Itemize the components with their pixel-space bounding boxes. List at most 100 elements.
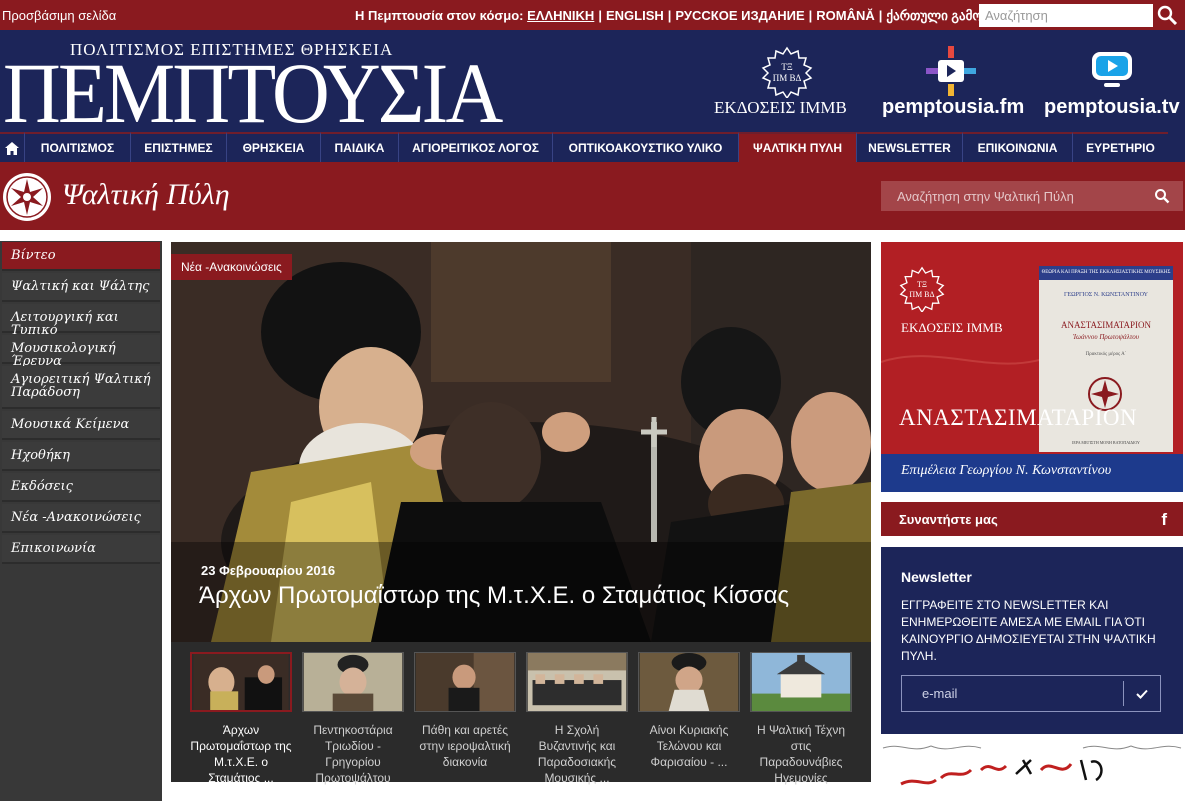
separator: |	[808, 8, 813, 23]
nav-contact[interactable]: ΕΠΙΚΟΙΝΩΝΙΑ	[962, 132, 1072, 162]
brand-tv-label: pemptousia.tv	[1044, 96, 1180, 118]
ad-editor: Επιμέλεια Γεωργίου Ν. Κωνσταντίνου	[881, 454, 1183, 492]
thumbnail-caption: Άρχων Πρωτομαΐστωρ της Μ.τ.Χ.Ε. ο Σταμάτ…	[190, 723, 292, 785]
nav-home[interactable]	[0, 132, 24, 162]
sidebar-item-publications[interactable]: Εκδόσεις	[2, 473, 160, 502]
social-box[interactable]: Συναντήστε μας f	[881, 502, 1183, 536]
svg-text:ΤΞ: ΤΞ	[917, 280, 927, 289]
category-tag[interactable]: Νέα -Ανακοινώσεις	[171, 254, 292, 280]
sidebar-item-contact[interactable]: Επικοινωνία	[2, 535, 160, 564]
thumbnail-image	[414, 652, 516, 712]
sidebar-item-sound-library[interactable]: Ηχοθήκη	[2, 442, 160, 471]
section-banner: Ψαλτική Πύλη	[0, 162, 1185, 230]
lang-english[interactable]: ENGLISH	[606, 8, 664, 23]
carousel-item[interactable]: Η Ψαλτική Τέχνη στις Παραδουνάβιες Ηγεμο…	[750, 652, 852, 786]
carousel-item[interactable]: Πάθη και αρετές στην ιεροψαλτική διακονί…	[414, 652, 516, 770]
nav-athonite-word[interactable]: ΑΓΙΟΡΕΙΤΙΚΟΣ ΛΟΓΟΣ	[398, 132, 552, 162]
social-label: Συναντήστε μας	[899, 512, 998, 527]
category-sidebar: Βίντεο Ψαλτική και Ψάλτης Λειτουργική κα…	[0, 241, 162, 801]
thumbnail-image	[190, 652, 292, 712]
site-header: ΠΟΛΙΤΙΣΜΟΣ ΕΠΙΣΤΗΜΕΣ ΘΡΗΣΚΕΙΑ ΠΕΜΠΤΟΥΣΙΑ…	[0, 30, 1185, 136]
thumbnail-caption: Πάθη και αρετές στην ιεροψαλτική διακονί…	[419, 723, 511, 769]
nav-religion[interactable]: ΘΡΗΣΚΕΙΑ	[226, 132, 320, 162]
newsletter-title: Newsletter	[901, 569, 972, 585]
portal-search-input[interactable]	[881, 181, 1183, 211]
newsletter-box: Newsletter ΕΓΓΡΑΦΕΙΤΕ ΣΤΟ NEWSLETTER ΚΑΙ…	[881, 547, 1183, 734]
thumbnail-image	[526, 652, 628, 712]
brand-radio-label: pemptousia.fm	[882, 96, 1025, 118]
book-cover-title: ΑΝΑΣΤΑΣΙΜΑΤΑΡΙΟΝ	[1060, 320, 1152, 330]
nav-newsletter[interactable]: NEWSLETTER	[856, 132, 962, 162]
main-navigation: ΠΟΛΙΤΙΣΜΟΣ ΕΠΙΣΤΗΜΕΣ ΘΡΗΣΚΕΙΑ ΠΑΙΔΙΚΑ ΑΓ…	[0, 132, 1185, 162]
notation-banner[interactable]	[881, 740, 1183, 791]
carousel-item[interactable]: Η Σχολή Βυζαντινής και Παραδοσιακής Μουσ…	[526, 652, 628, 786]
carousel-item[interactable]: Άρχων Πρωτομαΐστωρ της Μ.τ.Χ.Ε. ο Σταμάτ…	[190, 652, 292, 786]
nav-psaltic-portal[interactable]: ΨΑΛΤΙΚΗ ΠΥΛΗ	[738, 132, 856, 162]
sidebar-item-athonite-tradition[interactable]: Αγιορειτική Ψαλτική Παράδοση	[2, 366, 160, 409]
checkmark-icon	[1135, 689, 1148, 699]
thumbnail-caption: Αίνοι Κυριακής Τελώνου και Φαρισαίου - .…	[649, 723, 729, 769]
thumbnail-caption: Η Σχολή Βυζαντινής και Παραδοσιακής Μουσ…	[537, 723, 617, 785]
separator: |	[878, 8, 883, 23]
tv-play-icon	[1092, 52, 1132, 87]
section-title: Ψαλτική Πύλη	[62, 178, 230, 211]
portal-search-icon[interactable]	[1154, 188, 1170, 204]
site-search-input[interactable]	[979, 4, 1153, 27]
book-advertisement[interactable]: ΤΞ ΠΜ ΒΔ ΘΕΩΡΙΑ ΚΑΙ ΠΡΑΞΗ ΤΗΣ ΕΚΚΛΗΣΙΑΣΤ…	[881, 242, 1183, 492]
sidebar-item-music-texts[interactable]: Μουσικά Κείμενα	[2, 411, 160, 440]
search-icon[interactable]	[1156, 5, 1178, 25]
nav-index[interactable]: ΕΥΡΕΤΗΡΙΟ	[1072, 132, 1168, 162]
separator: |	[667, 8, 672, 23]
home-icon	[5, 141, 19, 155]
sidebar-item-video[interactable]: Βίντεο	[2, 242, 160, 271]
sidebar-item-liturgics[interactable]: Λειτουργική και Τυπικό	[2, 304, 160, 337]
nav-audiovisual[interactable]: ΟΠΤΙΚΟΑΚΟΥΣΤΙΚΟ ΥΛΙΚΟ	[552, 132, 738, 162]
top-bar: Προσβάσιμη σελίδα Η Πεμπτουσία στον κόσμ…	[0, 0, 1185, 30]
carousel-item[interactable]: Αίνοι Κυριακής Τελώνου και Φαρισαίου - .…	[638, 652, 740, 770]
facebook-icon[interactable]: f	[1161, 510, 1167, 530]
article-carousel: Άρχων Πρωτομαΐστωρ της Μ.τ.Χ.Ε. ο Σταμάτ…	[171, 642, 871, 785]
nav-culture[interactable]: ΠΟΛΙΤΙΣΜΟΣ	[24, 132, 130, 162]
lang-russian[interactable]: РУССКОЕ ИЗДАНИЕ	[675, 8, 804, 23]
carousel-item[interactable]: Πεντηκοστάρια Τριωδίου - Γρηγορίου Πρωτο…	[302, 652, 404, 786]
lang-greek[interactable]: ΕΛΛΗΝΙΚΗ	[527, 8, 594, 23]
accessible-page-link[interactable]: Προσβάσιμη σελίδα	[2, 8, 116, 23]
newsletter-description: ΕΓΓΡΑΦΕΙΤΕ ΣΤΟ NEWSLETTER ΚΑΙ ΕΝΗΜΕΡΩΘΕΙ…	[901, 598, 1156, 663]
book-cover-volume: Πρακτικός μέρος Α΄	[1085, 352, 1127, 357]
article-date: 23 Φεβρουαρίου 2016	[201, 563, 336, 578]
featured-article[interactable]: Νέα -Ανακοινώσεις 23 Φεβρουαρίου 2016 Άρ…	[171, 242, 871, 642]
byzantine-star-emblem-icon[interactable]	[2, 172, 52, 222]
world-label: Η Πεμπτουσία στον κόσμο:	[355, 8, 524, 23]
article-headline[interactable]: Άρχων Πρωτομαΐστωρ της Μ.τ.Χ.Ε. ο Σταμάτ…	[199, 582, 789, 610]
book-cover-author: ΓΕΩΡΓΙΟΣ Ν. ΚΩΝΣΤΑΝΤΙΝΟΥ	[1064, 292, 1148, 298]
byzantine-notation-image	[882, 745, 1182, 786]
radio-play-icon	[926, 46, 976, 96]
thumbnail-image	[302, 652, 404, 712]
thumbnail-image	[638, 652, 740, 712]
site-logo[interactable]: ΠΕΜΠΤΟΥΣΙΑ	[3, 50, 503, 136]
immb-seal-icon: ΤΞ ΠΜ ΒΔ	[761, 46, 813, 98]
thumbnail-caption: Η Ψαλτική Τέχνη στις Παραδουνάβιες Ηγεμο…	[756, 723, 846, 785]
separator: |	[598, 8, 602, 23]
book-cover-header: ΘΕΩΡΙΑ ΚΑΙ ΠΡΑΞΗ ΤΗΣ ΕΚΚΛΗΣΙΑΣΤΙΚΗΣ ΜΟΥΣ…	[1041, 270, 1171, 275]
language-switcher: Η Πεμπτουσία στον κόσμο: ΕΛΛΗΝΙΚΗ | ENGLIS…	[355, 8, 1010, 24]
ad-book-title: ΑΝΑΣΤΑΣΙΜΑΤΑΡΙΟΝ	[899, 405, 1138, 430]
svg-text:ΤΞ: ΤΞ	[781, 62, 792, 72]
nav-kids[interactable]: ΠΑΙΔΙΚΑ	[320, 132, 398, 162]
lang-romanian[interactable]: ROMÂNĂ	[816, 8, 875, 23]
book-cover-publisher: ΙΕΡΑ ΜΕΓΙΣΤΗ ΜΟΝΗ ΒΑΤΟΠΑΙΔΙΟΥ	[1072, 440, 1140, 445]
nav-sciences[interactable]: ΕΠΙΣΤΗΜΕΣ	[130, 132, 226, 162]
sidebar-item-musicology[interactable]: Μουσικολογική Έρευνα	[2, 335, 160, 368]
newsletter-submit-button[interactable]	[1123, 681, 1159, 706]
svg-text:ΠΜ ΒΔ: ΠΜ ΒΔ	[773, 73, 802, 83]
svg-text:ΠΜ ΒΔ: ΠΜ ΒΔ	[909, 290, 934, 299]
newsletter-email-field[interactable]	[901, 675, 1161, 712]
book-cover-subtitle: Ἰωάννου Πρωτοψάλτου	[1073, 333, 1139, 341]
immb-seal-icon: ΤΞ ΠΜ ΒΔ	[899, 266, 945, 312]
thumbnail-image	[750, 652, 852, 712]
thumbnail-caption: Πεντηκοστάρια Τριωδίου - Γρηγορίου Πρωτο…	[313, 723, 393, 785]
brand-immb-label: ΕΚΔΟΣΕΙΣ ΙΜΜΒ	[714, 98, 847, 117]
ad-publisher: ΕΚΔΟΣΕΙΣ ΙΜΜΒ	[901, 320, 1003, 335]
sidebar-item-news[interactable]: Νέα -Ανακοινώσεις	[2, 504, 160, 533]
sidebar-item-psaltic[interactable]: Ψαλτική και Ψάλτης	[2, 273, 160, 302]
